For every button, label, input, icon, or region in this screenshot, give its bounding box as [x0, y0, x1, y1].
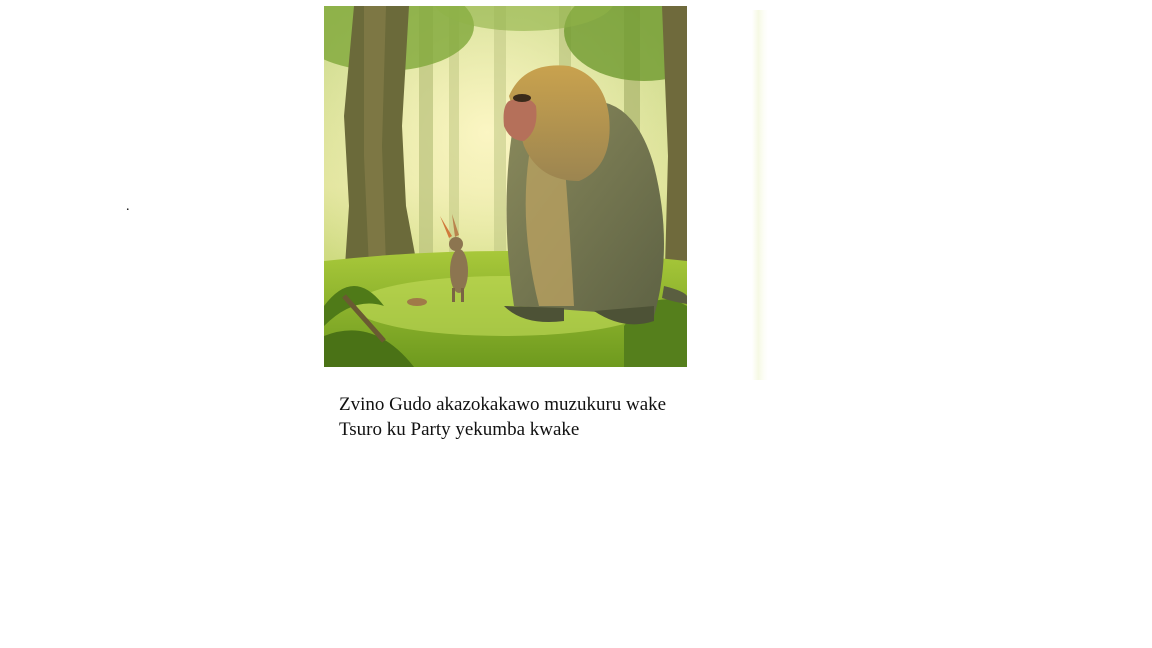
story-caption: Zvino Gudo akazokakawo muzukuru wake Tsu… — [339, 392, 739, 442]
caption-line-2: Tsuro ku Party yekumba kwake — [339, 419, 580, 440]
faint-image-edge — [752, 10, 768, 380]
forest-scene-image — [324, 6, 687, 367]
caption-line-1: Zvino Gudo akazokakawo muzukuru wake — [339, 394, 667, 415]
storybook-page: . Zvino Gudo akazokakawo muzukuru wake T… — [0, 0, 1152, 648]
stray-dot: . — [126, 199, 130, 214]
story-illustration — [324, 6, 687, 367]
